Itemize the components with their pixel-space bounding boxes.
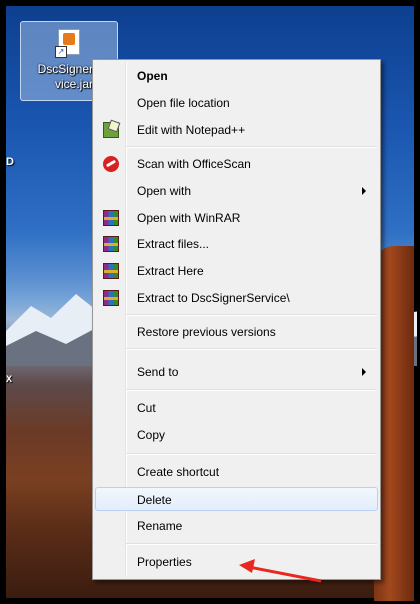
annotation-arrow: [239, 559, 322, 583]
screenshot-frame: D X ↗ DscSigner vice.jar Open Open file …: [0, 0, 420, 604]
